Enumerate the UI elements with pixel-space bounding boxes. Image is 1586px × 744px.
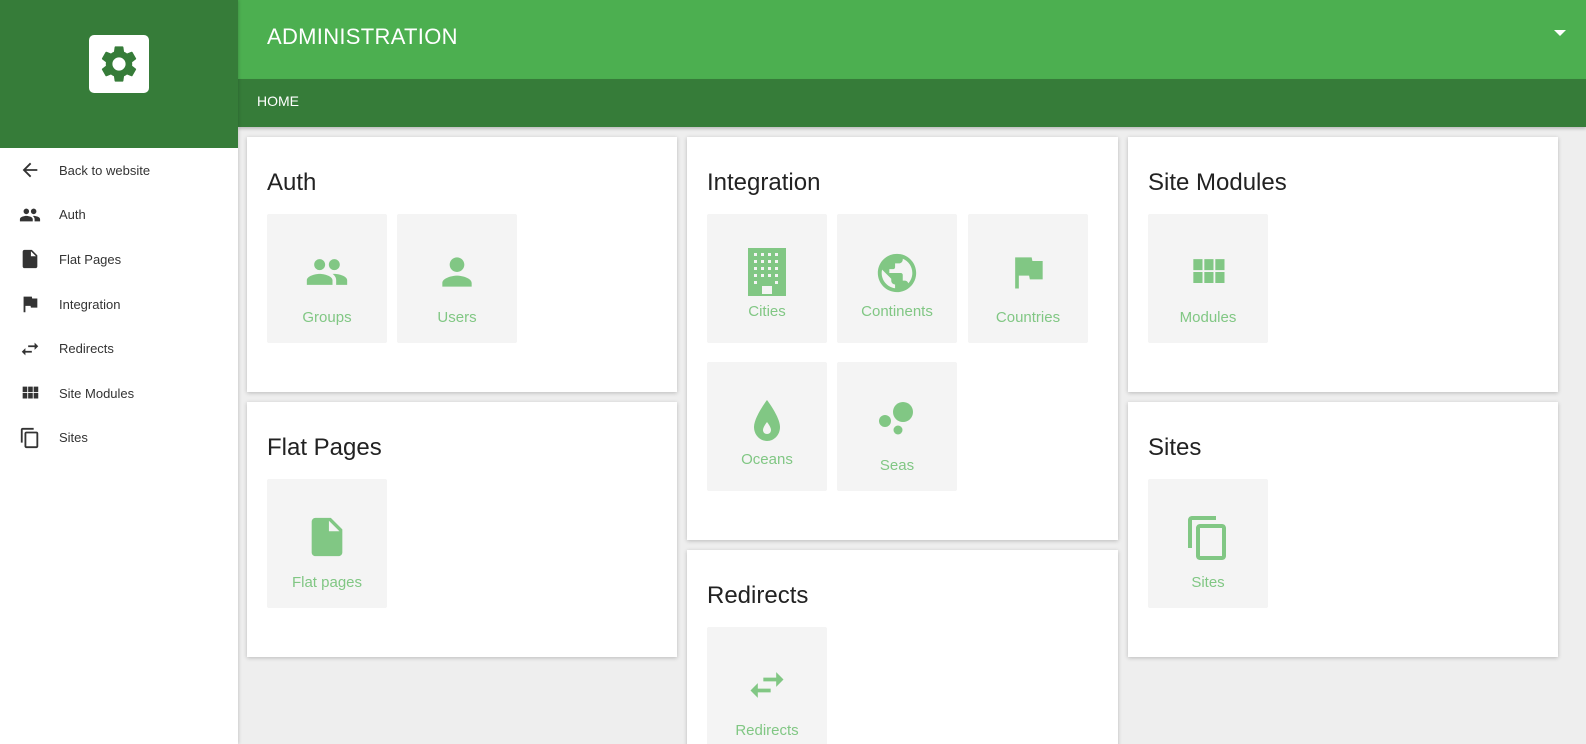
arrow-back-icon xyxy=(19,159,41,181)
sidebar-item-label: Back to website xyxy=(59,162,151,178)
card-title: Flat Pages xyxy=(267,434,382,461)
chevron-down-icon[interactable] xyxy=(1554,30,1566,36)
globe-icon xyxy=(837,248,957,298)
card-title: Sites xyxy=(1148,434,1202,461)
swap-icon xyxy=(19,338,41,360)
tile-label: Modules xyxy=(1179,309,1237,326)
sidebar-item-label: Flat Pages xyxy=(59,251,122,267)
tile-groups[interactable]: Groups xyxy=(267,214,387,343)
breadcrumb: HOME xyxy=(238,79,1586,127)
sidebar-item-flat-pages[interactable]: Flat Pages xyxy=(0,237,238,282)
sidebar-nav: Back to website Auth Flat Pages Integrat… xyxy=(0,148,238,460)
person-icon xyxy=(397,252,517,292)
logo[interactable] xyxy=(89,35,149,93)
card-sites: Sites Sites xyxy=(1128,402,1558,657)
flag-icon xyxy=(19,293,41,315)
copy-icon xyxy=(1148,513,1268,563)
top-header: ADMINISTRATION xyxy=(238,0,1586,79)
sidebar: Back to website Auth Flat Pages Integrat… xyxy=(0,0,238,744)
grid-icon xyxy=(1148,252,1268,292)
tile-modules[interactable]: Modules xyxy=(1148,214,1268,343)
tile-label: Seas xyxy=(879,457,915,474)
tile-continents[interactable]: Continents xyxy=(837,214,957,343)
sidebar-item-label: Sites xyxy=(59,430,88,446)
swap-icon xyxy=(707,665,827,705)
sidebar-item-back-to-website[interactable]: Back to website xyxy=(0,148,238,193)
sidebar-item-label: Redirects xyxy=(59,341,114,357)
sidebar-item-integration[interactable]: Integration xyxy=(0,282,238,327)
tile-label: Redirects xyxy=(735,722,799,739)
sidebar-header xyxy=(0,0,238,148)
copy-icon xyxy=(19,427,41,449)
card-site-modules: Site Modules Modules xyxy=(1128,137,1558,392)
tile-label: Countries xyxy=(995,309,1061,326)
bubbles-icon xyxy=(837,400,957,440)
sidebar-item-sites[interactable]: Sites xyxy=(0,416,238,461)
breadcrumb-home-link[interactable]: HOME xyxy=(257,93,299,109)
card-title: Auth xyxy=(267,169,317,196)
grid-icon xyxy=(19,382,41,404)
card-redirects: Redirects Redirects xyxy=(687,550,1118,744)
tile-cities[interactable]: Cities xyxy=(707,214,827,343)
tile-label: Continents xyxy=(861,303,933,320)
sidebar-item-auth[interactable]: Auth xyxy=(0,193,238,238)
sidebar-item-label: Site Modules xyxy=(59,385,135,401)
people-icon xyxy=(267,252,387,292)
tile-label: Sites xyxy=(1191,574,1225,591)
tile-label: Users xyxy=(437,309,477,326)
card-integration: Integration Cities Continents Countries … xyxy=(687,137,1118,540)
card-title: Redirects xyxy=(707,582,809,609)
tile-flat-pages[interactable]: Flat pages xyxy=(267,479,387,608)
tile-oceans[interactable]: Oceans xyxy=(707,362,827,491)
sidebar-item-redirects[interactable]: Redirects xyxy=(0,326,238,371)
card-flat-pages: Flat Pages Flat pages xyxy=(247,402,677,657)
sidebar-item-site-modules[interactable]: Site Modules xyxy=(0,371,238,416)
file-icon xyxy=(19,248,41,270)
tile-label: Groups xyxy=(302,309,352,326)
tile-users[interactable]: Users xyxy=(397,214,517,343)
card-auth: Auth Groups Users xyxy=(247,137,677,392)
drop-icon xyxy=(707,396,827,446)
flag-icon xyxy=(968,252,1088,292)
sidebar-item-label: Integration xyxy=(59,296,121,312)
tile-label: Flat pages xyxy=(291,574,363,591)
people-icon xyxy=(19,204,41,226)
gear-icon xyxy=(101,46,137,82)
tile-countries[interactable]: Countries xyxy=(968,214,1088,343)
file-icon xyxy=(267,517,387,557)
tile-redirects[interactable]: Redirects xyxy=(707,627,827,744)
sidebar-item-label: Auth xyxy=(59,207,86,223)
card-title: Site Modules xyxy=(1148,169,1287,196)
tile-sites[interactable]: Sites xyxy=(1148,479,1268,608)
card-title: Integration xyxy=(707,169,821,196)
tile-label: Oceans xyxy=(741,451,793,468)
tile-seas[interactable]: Seas xyxy=(837,362,957,491)
tile-label: Cities xyxy=(748,303,786,320)
building-icon xyxy=(707,248,827,298)
page-title: ADMINISTRATION xyxy=(267,24,458,49)
